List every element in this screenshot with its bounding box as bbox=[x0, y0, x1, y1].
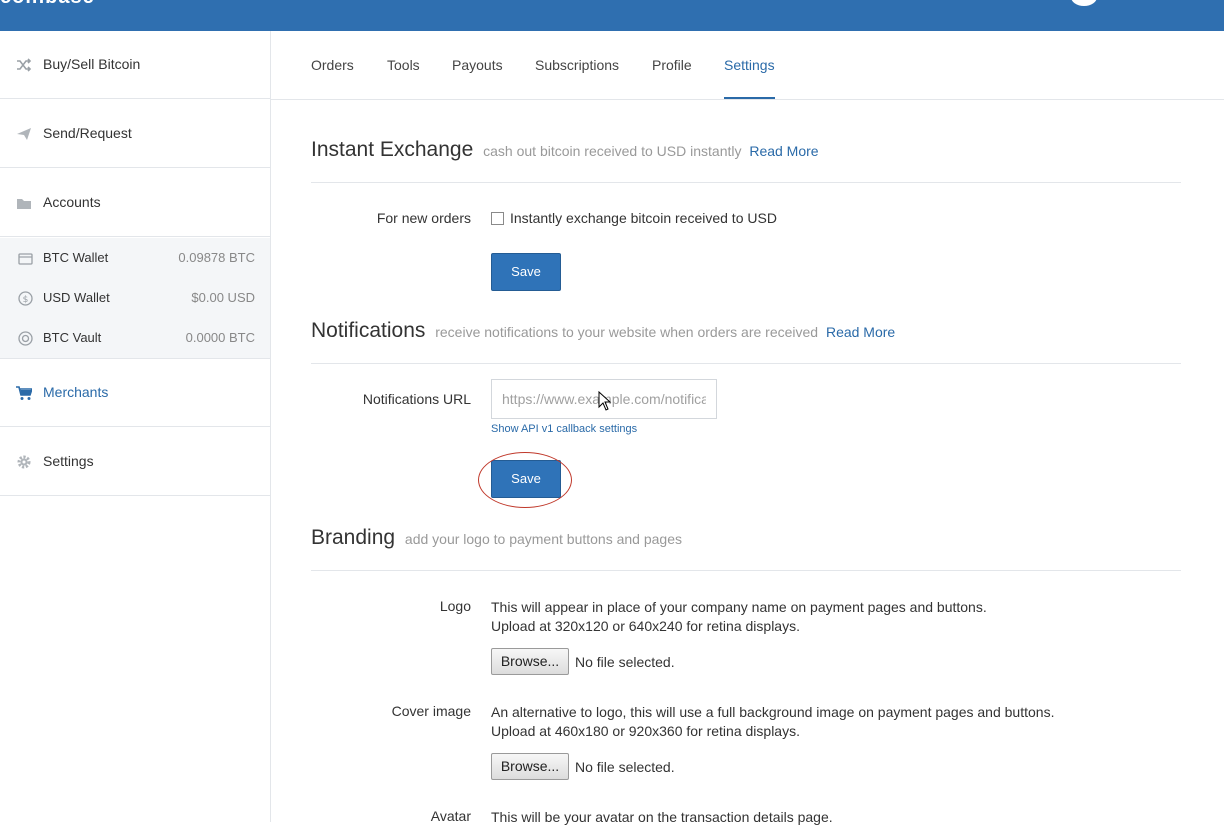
send-icon bbox=[16, 126, 32, 142]
dollar-icon: $ bbox=[17, 290, 33, 306]
svg-text:$: $ bbox=[22, 295, 28, 305]
tab-settings[interactable]: Settings bbox=[724, 57, 775, 73]
cart-icon bbox=[16, 385, 32, 401]
instant-exchange-checkbox-label[interactable]: Instantly exchange bitcoin received to U… bbox=[510, 210, 777, 226]
sidebar-item-label: Send/Request bbox=[43, 125, 132, 141]
instant-exchange-save-button[interactable]: Save bbox=[491, 253, 561, 291]
sidebar: Buy/Sell Bitcoin Send/Request Accounts B… bbox=[0, 31, 271, 822]
sidebar-item-merchants[interactable]: Merchants bbox=[0, 359, 270, 427]
folder-icon bbox=[16, 195, 32, 211]
account-name: USD Wallet bbox=[43, 290, 110, 305]
cover-image-browse-button[interactable]: Browse... bbox=[491, 753, 569, 780]
account-balance: 0.09878 BTC bbox=[178, 250, 255, 265]
sidebar-item-accounts[interactable]: Accounts bbox=[0, 169, 270, 237]
brand-logo[interactable]: coinbase bbox=[0, 0, 95, 9]
notifications-save-button[interactable]: Save bbox=[491, 460, 561, 498]
sidebar-item-send-request[interactable]: Send/Request bbox=[0, 100, 270, 168]
section-title: Notifications bbox=[311, 319, 426, 342]
section-title: Branding bbox=[311, 526, 396, 549]
merchant-tabs: Orders Tools Payouts Subscriptions Profi… bbox=[271, 31, 1224, 100]
logo-file-status: No file selected. bbox=[575, 654, 675, 670]
sidebar-item-label: Buy/Sell Bitcoin bbox=[43, 56, 141, 72]
cover-description-line: An alternative to logo, this will use a … bbox=[491, 704, 1055, 720]
divider bbox=[311, 570, 1181, 571]
top-bar: coinbase bbox=[0, 0, 1224, 31]
vault-icon bbox=[17, 330, 33, 346]
account-balance: 0.0000 BTC bbox=[185, 330, 255, 345]
for-new-orders-label: For new orders bbox=[376, 210, 471, 226]
cover-image-file-status: No file selected. bbox=[575, 759, 675, 775]
sidebar-item-settings[interactable]: Settings bbox=[0, 428, 270, 496]
logo-description-line: This will appear in place of your compan… bbox=[491, 599, 987, 615]
instant-exchange-header: Instant Exchange cash out bitcoin receiv… bbox=[311, 138, 819, 162]
account-name: BTC Vault bbox=[43, 330, 102, 345]
tab-payouts[interactable]: Payouts bbox=[452, 57, 503, 73]
shuffle-icon bbox=[16, 57, 32, 73]
cover-image-label: Cover image bbox=[391, 703, 471, 719]
account-row-btc-wallet[interactable]: BTC Wallet 0.09878 BTC bbox=[0, 238, 270, 278]
logo-label: Logo bbox=[439, 598, 471, 614]
user-avatar[interactable] bbox=[1071, 0, 1097, 6]
cover-description-line: Upload at 460x180 or 920x360 for retina … bbox=[491, 723, 800, 739]
tab-subscriptions[interactable]: Subscriptions bbox=[535, 57, 619, 73]
divider bbox=[311, 363, 1181, 364]
section-subtitle: receive notifications to your website wh… bbox=[435, 324, 819, 340]
tab-profile[interactable]: Profile bbox=[652, 57, 692, 73]
account-row-usd-wallet[interactable]: $ USD Wallet $0.00 USD bbox=[0, 278, 270, 318]
read-more-link[interactable]: Read More bbox=[749, 143, 818, 159]
tab-orders[interactable]: Orders bbox=[311, 57, 354, 73]
tab-tools[interactable]: Tools bbox=[387, 57, 420, 73]
logo-description: This will appear in place of your compan… bbox=[491, 598, 987, 636]
gear-icon bbox=[16, 454, 32, 470]
account-balance: $0.00 USD bbox=[191, 290, 255, 305]
sidebar-item-label: Settings bbox=[43, 453, 94, 469]
divider bbox=[311, 182, 1181, 183]
notifications-header: Notifications receive notifications to y… bbox=[311, 319, 895, 343]
account-name: BTC Wallet bbox=[43, 250, 109, 265]
active-tab-indicator bbox=[724, 97, 775, 99]
section-subtitle: cash out bitcoin received to USD instant… bbox=[483, 143, 742, 159]
mouse-cursor-icon bbox=[598, 391, 612, 411]
avatar-description: This will be your avatar on the transact… bbox=[491, 809, 833, 825]
section-title: Instant Exchange bbox=[311, 138, 474, 161]
sidebar-item-buy-sell[interactable]: Buy/Sell Bitcoin bbox=[0, 31, 270, 99]
logo-description-line: Upload at 320x120 or 640x240 for retina … bbox=[491, 618, 800, 634]
sidebar-item-label: Accounts bbox=[43, 194, 101, 210]
wallet-icon bbox=[17, 250, 33, 266]
read-more-link[interactable]: Read More bbox=[826, 324, 895, 340]
accounts-list: BTC Wallet 0.09878 BTC $ USD Wallet $0.0… bbox=[0, 238, 270, 359]
notifications-url-label: Notifications URL bbox=[362, 391, 471, 407]
section-subtitle: add your logo to payment buttons and pag… bbox=[404, 531, 682, 547]
account-row-btc-vault[interactable]: BTC Vault 0.0000 BTC bbox=[0, 318, 270, 358]
cover-image-description: An alternative to logo, this will use a … bbox=[491, 703, 1054, 741]
instant-exchange-checkbox[interactable] bbox=[491, 212, 504, 225]
show-api-callback-settings-link[interactable]: Show API v1 callback settings bbox=[491, 423, 637, 435]
sidebar-item-label: Merchants bbox=[43, 384, 109, 400]
branding-header: Branding add your logo to payment button… bbox=[311, 526, 682, 550]
logo-browse-button[interactable]: Browse... bbox=[491, 648, 569, 675]
